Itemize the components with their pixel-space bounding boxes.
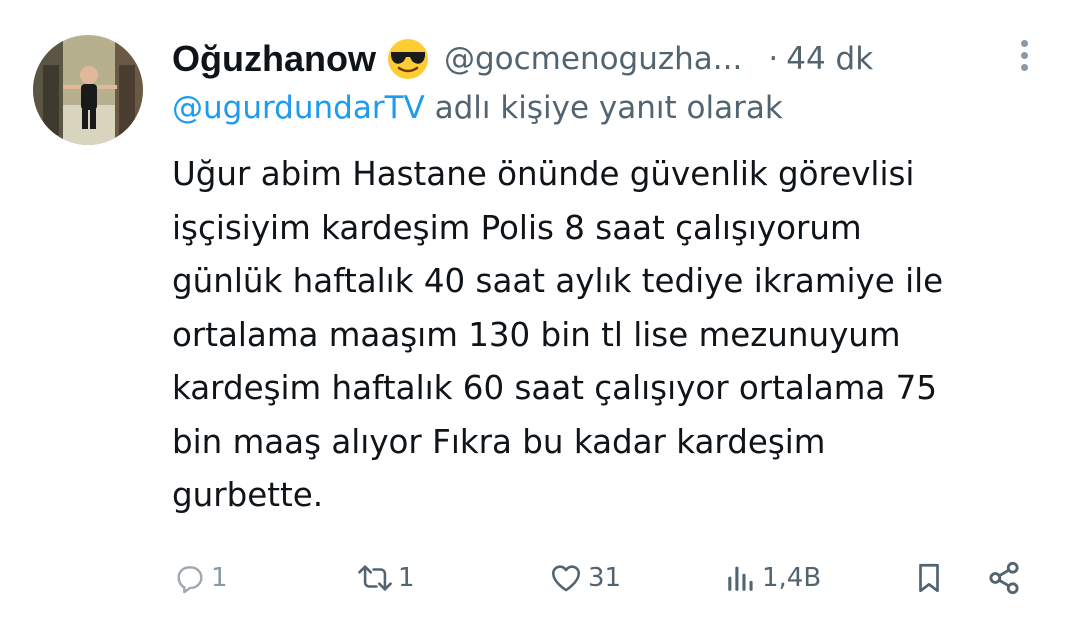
tweet-card: Oğuzhanow @gocmenoguzha... · 44 dk @ugur… [0, 0, 1080, 620]
retweet-button[interactable]: 1 [356, 552, 415, 604]
views-icon [724, 561, 758, 595]
avatar[interactable] [33, 35, 143, 145]
heart-icon [548, 561, 584, 595]
display-name[interactable]: Oğuzhanow [172, 38, 376, 80]
tweet-text-line: ortalama maaşım 130 bin tl lise mezunuyu… [172, 315, 901, 354]
retweet-count: 1 [398, 563, 415, 593]
reply-button[interactable]: 1 [173, 552, 228, 604]
share-icon [985, 559, 1023, 597]
separator-dot: · [768, 41, 779, 77]
tweet-text-line: kardeşim haftalık 60 saat çalışıyor orta… [172, 369, 938, 407]
like-button[interactable]: 31 [548, 552, 621, 604]
reply-mention-link[interactable]: @ugurdundarTV [172, 90, 425, 126]
avatar-photo [33, 35, 143, 145]
reply-count: 1 [211, 563, 228, 593]
timestamp[interactable]: 44 dk [786, 41, 873, 77]
user-handle[interactable]: @gocmenoguzha... [444, 41, 742, 77]
tweet-text-line: gurbette. [172, 476, 324, 514]
tweet-text-line: bin maaş alıyor Fıkra bu kadar kardeşim [172, 422, 826, 461]
like-count: 31 [588, 563, 622, 593]
tweet-text: Uğur abim Hastane önünde güvenlik görevl… [172, 148, 1052, 523]
more-options-icon[interactable] [1016, 40, 1032, 80]
views-button[interactable]: 1,4B [724, 552, 821, 604]
action-bar: 1 1 31 1,4B [0, 552, 1080, 604]
tweet-text-line: Uğur abim Hastane önünde güvenlik görevl… [172, 155, 915, 193]
reply-context: @ugurdundarTV adlı kişiye yanıt olarak [172, 90, 783, 126]
bookmark-button[interactable] [912, 552, 946, 604]
bookmark-icon [912, 560, 946, 596]
reply-icon [173, 561, 207, 595]
tweet-header: Oğuzhanow @gocmenoguzha... · 44 dk [172, 36, 1052, 82]
retweet-icon [356, 561, 394, 595]
views-count: 1,4B [762, 563, 822, 593]
share-button[interactable] [985, 552, 1023, 604]
tweet-text-line: günlük haftalık 40 saat aylık tediye ikr… [172, 262, 944, 300]
tweet-text-line: işçisiyim kardeşim Polis 8 saat çalışıyo… [172, 208, 862, 247]
sunglasses-emoji-icon [386, 37, 430, 81]
reply-context-text: adlı kişiye yanıt olarak [424, 90, 783, 126]
